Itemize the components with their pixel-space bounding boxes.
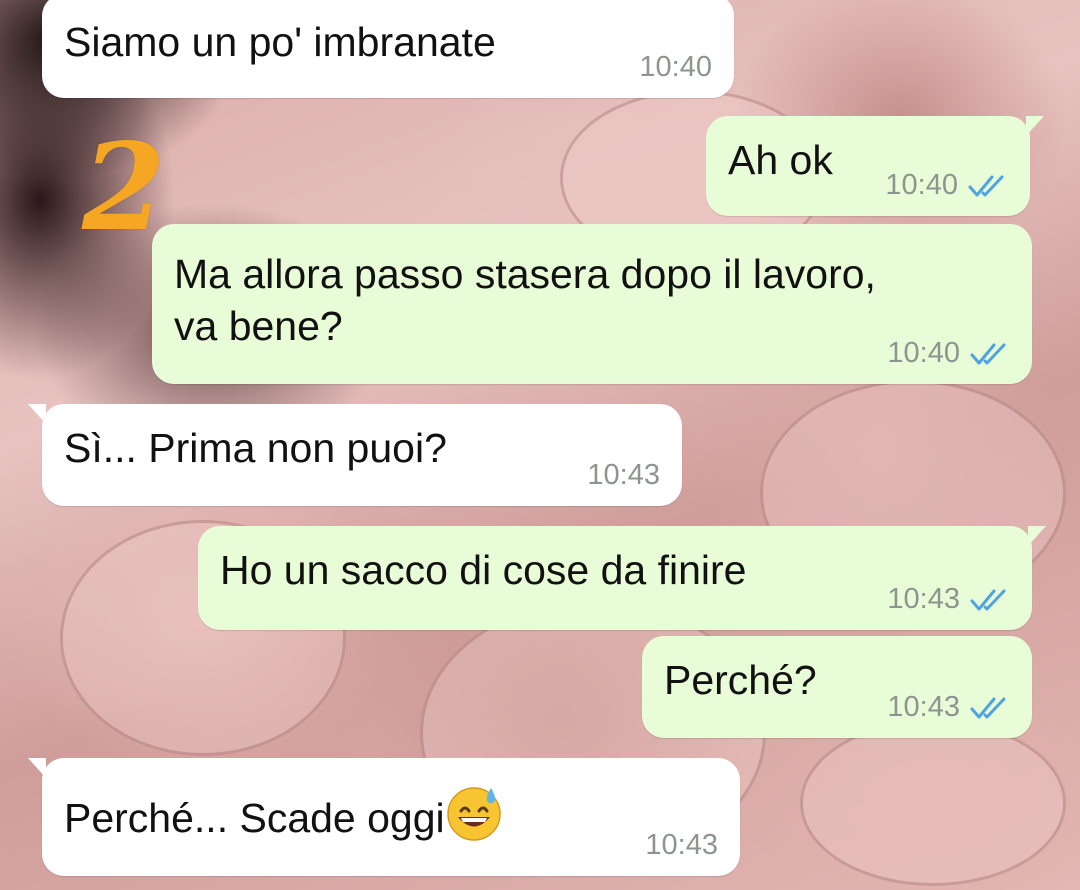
- message-meta: 10:40: [887, 337, 1010, 370]
- message-time: 10:43: [587, 459, 660, 491]
- message-meta: 10:43: [587, 459, 660, 492]
- bubble-tail: [28, 758, 46, 778]
- read-double-check-icon: [968, 175, 1004, 196]
- message-time: 10:40: [887, 337, 960, 369]
- message-time: 10:40: [885, 169, 958, 201]
- message-bubble-incoming[interactable]: Perché... Scade oggi 10:43: [28, 758, 740, 876]
- overlay-number: 2: [82, 117, 166, 258]
- message-bubble-outgoing[interactable]: Perché? 10:43: [642, 636, 1032, 738]
- read-double-check-icon: [970, 589, 1006, 610]
- message-text: Sì... Prima non puoi?: [64, 425, 447, 471]
- message-time: 10:40: [639, 51, 712, 83]
- grinning-sweat-emoji-icon: [446, 787, 501, 841]
- message-bubble-outgoing[interactable]: Ah ok 10:40: [706, 116, 1044, 216]
- bubble-tail: [1026, 116, 1044, 136]
- message-time: 10:43: [645, 829, 718, 861]
- message-text: Siamo un po' imbranate: [64, 19, 496, 65]
- message-text: Perché... Scade oggi: [64, 795, 445, 841]
- bubble-tail: [28, 404, 46, 424]
- bubble-tail: [1028, 526, 1046, 546]
- message-time: 10:43: [887, 691, 960, 723]
- message-meta: 10:40: [885, 169, 1008, 202]
- message-text-line: va bene?: [174, 303, 343, 349]
- message-meta: 10:40: [639, 51, 712, 84]
- message-text-line: Ma allora passo stasera dopo il lavoro,: [174, 251, 876, 297]
- message-meta: 10:43: [887, 583, 1010, 616]
- message-bubble-incoming[interactable]: Siamo un po' imbranate 10:40: [42, 0, 734, 98]
- message-bubble-outgoing[interactable]: Ho un sacco di cose da finire 10:43: [198, 526, 1046, 630]
- message-meta: 10:43: [887, 691, 1010, 724]
- read-double-check-icon: [970, 697, 1006, 718]
- read-double-check-icon: [970, 343, 1006, 364]
- message-text-row: Perché... Scade oggi: [64, 784, 718, 844]
- message-bubble-incoming[interactable]: Sì... Prima non puoi? 10:43: [28, 404, 682, 506]
- message-meta: 10:43: [645, 829, 718, 862]
- message-time: 10:43: [887, 583, 960, 615]
- rose-petal-decoration: [800, 720, 1066, 886]
- message-bubble-outgoing[interactable]: Ma allora passo stasera dopo il lavoro, …: [152, 224, 1032, 384]
